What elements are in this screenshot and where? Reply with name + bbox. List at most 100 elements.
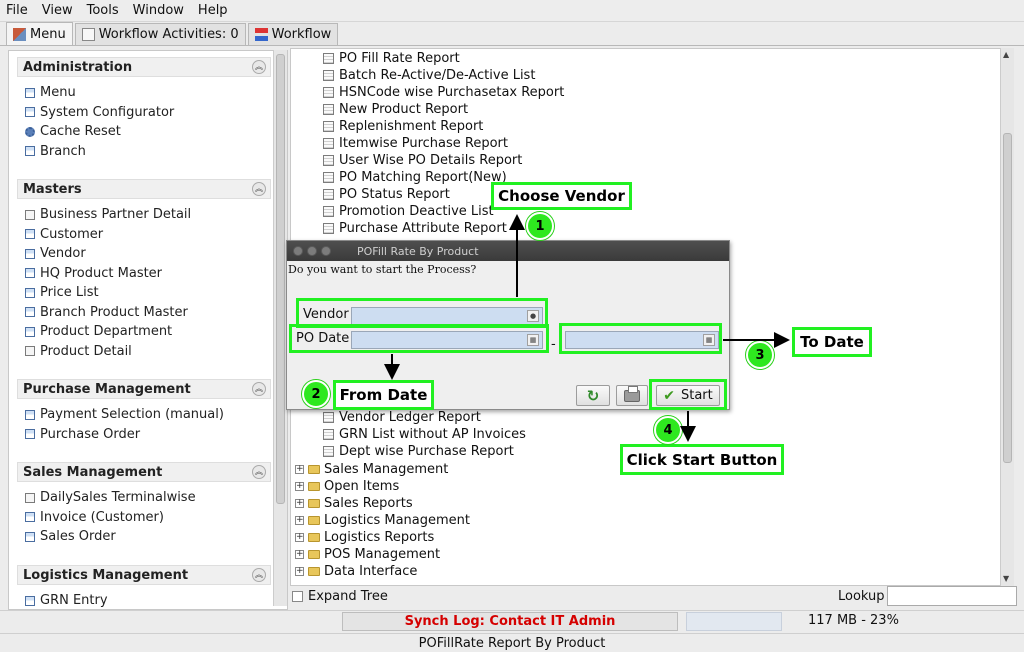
tree-node[interactable]: Promotion Deactive List <box>323 203 494 220</box>
menu-window[interactable]: Window <box>133 3 184 18</box>
tree-node[interactable]: PO Status Report <box>323 186 450 203</box>
report-icon <box>323 446 334 457</box>
tree-node[interactable]: Dept wise Purchase Report <box>323 443 514 460</box>
menu-item-dailysales-terminalwise[interactable]: DailySales Terminalwise <box>17 488 271 508</box>
badge-number: 1 <box>535 218 545 234</box>
menu-file[interactable]: File <box>6 3 28 18</box>
tree-node[interactable]: Purchase Attribute Report <box>323 220 507 237</box>
maximize-icon[interactable] <box>321 246 331 256</box>
section-header[interactable]: Purchase Management ︽ <box>17 379 271 399</box>
print-button[interactable] <box>616 385 648 406</box>
expand-icon[interactable]: + <box>295 465 304 474</box>
expand-icon[interactable]: + <box>295 499 304 508</box>
menu-item-sales-order[interactable]: Sales Order <box>17 527 271 547</box>
menu-help[interactable]: Help <box>198 3 228 18</box>
expand-icon[interactable]: + <box>295 567 304 576</box>
window-footer: POFillRate Report By Product <box>0 633 1024 652</box>
section-header[interactable]: Sales Management ︽ <box>17 462 271 482</box>
item-label: Purchase Order <box>40 426 141 442</box>
collapse-icon[interactable]: ︽ <box>252 182 266 196</box>
tree-node[interactable]: GRN List without AP Invoices <box>323 426 526 443</box>
menu-item-product-department[interactable]: Product Department <box>17 322 271 342</box>
tree-folder[interactable]: + Sales Reports <box>295 495 413 512</box>
report-icon <box>323 223 334 234</box>
menu-item-invoice-customer[interactable]: Invoice (Customer) <box>17 508 271 528</box>
menu-item-system-configurator[interactable]: System Configurator <box>17 103 271 123</box>
tree-folder[interactable]: + Logistics Management <box>295 512 470 529</box>
tree-folder[interactable]: + Open Items <box>295 478 399 495</box>
folder-icon <box>308 516 320 525</box>
close-icon[interactable] <box>293 246 303 256</box>
menu-item-customer[interactable]: Customer <box>17 225 271 245</box>
tree-node[interactable]: HSNCode wise Purchasetax Report <box>323 84 564 101</box>
section-title: Masters <box>23 181 82 197</box>
tree-node[interactable]: PO Matching Report(New) <box>323 169 507 186</box>
menu-item-business-partner-detail[interactable]: Business Partner Detail <box>17 205 271 225</box>
step-badge-4: 4 <box>654 416 682 444</box>
collapse-icon[interactable]: ︽ <box>252 382 266 396</box>
tree-scrollbar[interactable]: ▲ ▼ <box>1000 48 1014 586</box>
scroll-down-icon[interactable]: ▼ <box>1003 574 1009 583</box>
collapse-icon[interactable]: ︽ <box>252 568 266 582</box>
expand-tree-checkbox[interactable] <box>292 591 303 602</box>
menu-item-payment-selection[interactable]: Payment Selection (manual) <box>17 405 271 425</box>
from-date-callout: From Date <box>333 380 434 410</box>
click-start-callout: Click Start Button <box>620 444 784 475</box>
tree-node[interactable]: User Wise PO Details Report <box>323 152 522 169</box>
lookup-input[interactable] <box>887 586 1017 606</box>
menu-item-cache-reset[interactable]: Cache Reset <box>17 122 271 142</box>
expand-tree-toggle[interactable]: Expand Tree <box>292 589 388 604</box>
menu-tools[interactable]: Tools <box>87 3 119 18</box>
tree-node[interactable]: Vendor Ledger Report <box>323 409 481 426</box>
document-icon <box>81 28 95 41</box>
menu-view[interactable]: View <box>42 3 73 18</box>
menu-item-product-detail[interactable]: Product Detail <box>17 342 271 362</box>
tree-node[interactable]: Itemwise Purchase Report <box>323 135 508 152</box>
scroll-thumb[interactable] <box>276 54 285 504</box>
section-header[interactable]: Logistics Management ︽ <box>17 565 271 585</box>
menu-item-branch[interactable]: Branch <box>17 142 271 162</box>
expand-icon[interactable]: + <box>295 482 304 491</box>
section-header[interactable]: Administration ︽ <box>17 57 271 77</box>
tree-folder[interactable]: + Data Interface <box>295 563 417 580</box>
tree-folder[interactable]: + Sales Management <box>295 461 448 478</box>
collapse-icon[interactable]: ︽ <box>252 465 266 479</box>
menu-item-branch-product-master[interactable]: Branch Product Master <box>17 303 271 323</box>
section-header[interactable]: Masters ︽ <box>17 179 271 199</box>
tree-node[interactable]: PO Fill Rate Report <box>323 50 460 67</box>
menu-item-hq-product-master[interactable]: HQ Product Master <box>17 264 271 284</box>
item-label: Cache Reset <box>40 124 121 140</box>
node-label: PO Status Report <box>339 187 450 202</box>
left-scrollbar[interactable] <box>273 50 287 606</box>
tree-node[interactable]: Replenishment Report <box>323 118 483 135</box>
reset-button[interactable]: ↻ <box>576 385 610 406</box>
menu-item-menu[interactable]: Menu <box>17 83 271 103</box>
tree-folder[interactable]: + Logistics Reports <box>295 529 434 546</box>
menu-item-price-list[interactable]: Price List <box>17 283 271 303</box>
report-icon <box>323 172 334 183</box>
node-label: Dept wise Purchase Report <box>339 444 514 459</box>
tab-menu[interactable]: Menu <box>6 22 73 45</box>
tree-node[interactable]: Batch Re-Active/De-Active List <box>323 67 535 84</box>
minimize-icon[interactable] <box>307 246 317 256</box>
expand-icon[interactable]: + <box>295 550 304 559</box>
progress-bar <box>686 612 782 631</box>
synch-log-button[interactable]: Synch Log: Contact IT Admin <box>342 612 678 631</box>
menu-item-vendor[interactable]: Vendor <box>17 244 271 264</box>
expand-icon[interactable]: + <box>295 516 304 525</box>
scroll-up-icon[interactable]: ▲ <box>1003 50 1009 59</box>
tab-workflow[interactable]: Workflow <box>247 23 339 45</box>
callout-text: Click Start Button <box>626 450 778 469</box>
tab-workflow-activities[interactable]: Workflow Activities: 0 <box>74 23 246 45</box>
folder-icon <box>308 482 320 491</box>
folder-label: Data Interface <box>324 564 418 579</box>
expand-icon[interactable]: + <box>295 533 304 542</box>
collapse-icon[interactable]: ︽ <box>252 60 266 74</box>
menu-item-purchase-order[interactable]: Purchase Order <box>17 425 271 445</box>
scroll-thumb[interactable] <box>1003 133 1012 463</box>
node-label: HSNCode wise Purchasetax Report <box>339 85 565 100</box>
menu-item-grn-entry[interactable]: GRN Entry <box>17 591 271 609</box>
tree-node[interactable]: New Product Report <box>323 101 468 118</box>
item-label: System Configurator <box>40 104 175 120</box>
tree-folder[interactable]: + POS Management <box>295 546 440 563</box>
